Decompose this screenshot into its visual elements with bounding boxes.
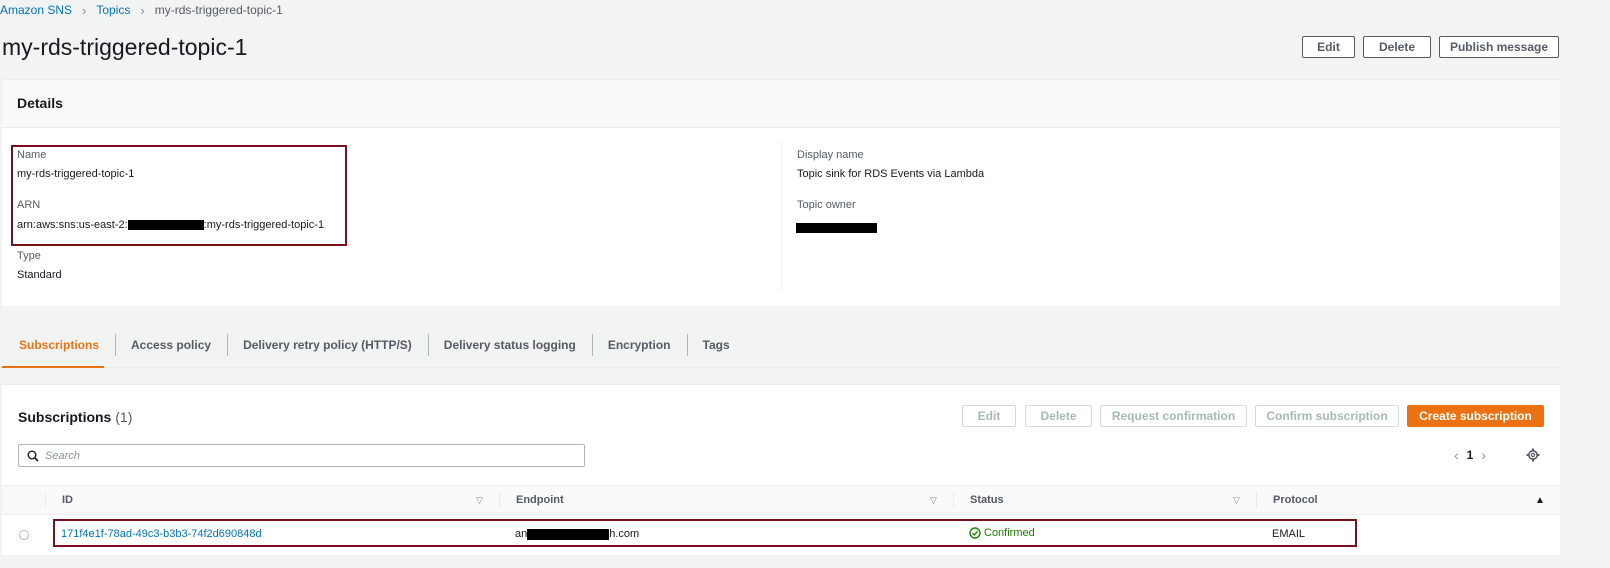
create-subscription-button[interactable]: Create subscription bbox=[1407, 405, 1544, 427]
search-input[interactable] bbox=[43, 448, 567, 463]
type-value: Standard bbox=[17, 269, 62, 281]
arn-value: arn:aws:sns:us-east-2: :my-rds-triggered-… bbox=[17, 219, 324, 231]
tab-encryption[interactable]: Encryption bbox=[591, 330, 687, 360]
subscriptions-panel: Subscriptions (1) Edit Delete Request co… bbox=[2, 384, 1560, 555]
tabs-baseline bbox=[2, 367, 1560, 368]
topic-owner-label: Topic owner bbox=[797, 199, 856, 211]
sort-down-icon[interactable]: ▽ bbox=[476, 495, 483, 506]
breadcrumb: Amazon SNS › Topics › my-rds-triggered-t… bbox=[0, 2, 283, 18]
active-tab-indicator bbox=[2, 366, 104, 368]
details-panel: Details Name my-rds-triggered-topic-1 AR… bbox=[2, 79, 1560, 306]
display-name-label: Display name bbox=[797, 149, 864, 161]
edit-subscription-button[interactable]: Edit bbox=[962, 405, 1016, 427]
tab-access-policy[interactable]: Access policy bbox=[115, 330, 227, 360]
confirm-subscription-button[interactable]: Confirm subscription bbox=[1255, 405, 1399, 427]
settings-gear-icon[interactable] bbox=[1526, 448, 1540, 462]
display-name-value: Topic sink for RDS Events via Lambda bbox=[797, 168, 985, 180]
pagination: ‹ 1 › bbox=[1446, 447, 1494, 463]
chevron-right-icon[interactable]: › bbox=[1481, 447, 1486, 463]
tab-tags[interactable]: Tags bbox=[686, 330, 746, 360]
tab-bar: Subscriptions Access policy Delivery ret… bbox=[2, 330, 746, 367]
request-confirmation-button[interactable]: Request confirmation bbox=[1100, 405, 1247, 427]
subscription-protocol: EMAIL bbox=[1272, 528, 1306, 540]
column-separator bbox=[45, 492, 46, 508]
redacted-endpoint bbox=[527, 528, 610, 540]
arn-suffix: :my-rds-triggered-topic-1 bbox=[203, 219, 325, 231]
search-field[interactable] bbox=[18, 444, 585, 467]
redacted-topic-owner bbox=[796, 222, 877, 233]
column-divider bbox=[781, 142, 782, 291]
check-circle-icon bbox=[969, 527, 981, 539]
arn-prefix: arn:aws:sns:us-east-2: bbox=[17, 219, 128, 231]
subscriptions-count: (1) bbox=[115, 409, 133, 425]
search-icon bbox=[27, 450, 39, 462]
column-header-endpoint[interactable]: Endpoint bbox=[516, 494, 564, 506]
breadcrumb-current: my-rds-triggered-topic-1 bbox=[154, 3, 283, 17]
subscriptions-title: Subscriptions (1) bbox=[18, 409, 132, 425]
column-header-protocol[interactable]: Protocol bbox=[1273, 494, 1318, 506]
details-title: Details bbox=[17, 95, 63, 111]
topic-owner-value bbox=[796, 220, 877, 234]
subscription-endpoint: an h.com bbox=[515, 528, 639, 540]
publish-message-button[interactable]: Publish message bbox=[1439, 36, 1559, 58]
tab-delivery-status-logging[interactable]: Delivery status logging bbox=[427, 330, 592, 360]
subscription-id-link[interactable]: 171f4e1f-78ad-49c3-b3b3-74f2d690848d bbox=[61, 528, 262, 540]
page-number[interactable]: 1 bbox=[1467, 448, 1474, 462]
breadcrumb-topics[interactable]: Topics bbox=[96, 3, 130, 17]
column-header-id[interactable]: ID bbox=[62, 494, 73, 506]
sort-up-icon[interactable]: ▲ bbox=[1535, 495, 1545, 506]
column-separator bbox=[499, 492, 500, 508]
redacted-account-id bbox=[127, 220, 204, 231]
endpoint-suffix: h.com bbox=[609, 528, 640, 540]
status-text: Confirmed bbox=[984, 527, 1035, 539]
tab-delivery-retry-policy[interactable]: Delivery retry policy (HTTP/S) bbox=[227, 330, 428, 360]
chevron-right-icon: › bbox=[140, 2, 145, 18]
chevron-left-icon[interactable]: ‹ bbox=[1454, 447, 1459, 463]
delete-subscription-button[interactable]: Delete bbox=[1025, 405, 1092, 427]
name-label: Name bbox=[17, 149, 47, 161]
sort-down-icon[interactable]: ▽ bbox=[1233, 495, 1240, 506]
column-separator bbox=[1256, 492, 1257, 508]
subscription-status: Confirmed bbox=[969, 527, 1035, 539]
edit-topic-button[interactable]: Edit bbox=[1302, 36, 1355, 58]
arn-label: ARN bbox=[17, 199, 41, 211]
tab-subscriptions[interactable]: Subscriptions bbox=[2, 330, 115, 360]
page-title: my-rds-triggered-topic-1 bbox=[2, 34, 248, 60]
delete-topic-button[interactable]: Delete bbox=[1363, 36, 1431, 58]
breadcrumb-amazon-sns[interactable]: Amazon SNS bbox=[0, 3, 72, 17]
column-separator bbox=[953, 492, 954, 508]
column-header-status[interactable]: Status bbox=[970, 494, 1004, 506]
chevron-right-icon: › bbox=[82, 2, 87, 18]
endpoint-prefix: an bbox=[515, 528, 528, 540]
name-value: my-rds-triggered-topic-1 bbox=[17, 168, 135, 180]
details-header bbox=[2, 80, 1560, 128]
sort-down-icon[interactable]: ▽ bbox=[930, 495, 937, 506]
row-select-radio[interactable] bbox=[19, 530, 29, 540]
type-label: Type bbox=[17, 250, 41, 262]
subscriptions-heading: Subscriptions bbox=[18, 409, 112, 425]
table-header: ID ▽ Endpoint ▽ Status ▽ Protocol ▲ bbox=[2, 485, 1560, 515]
